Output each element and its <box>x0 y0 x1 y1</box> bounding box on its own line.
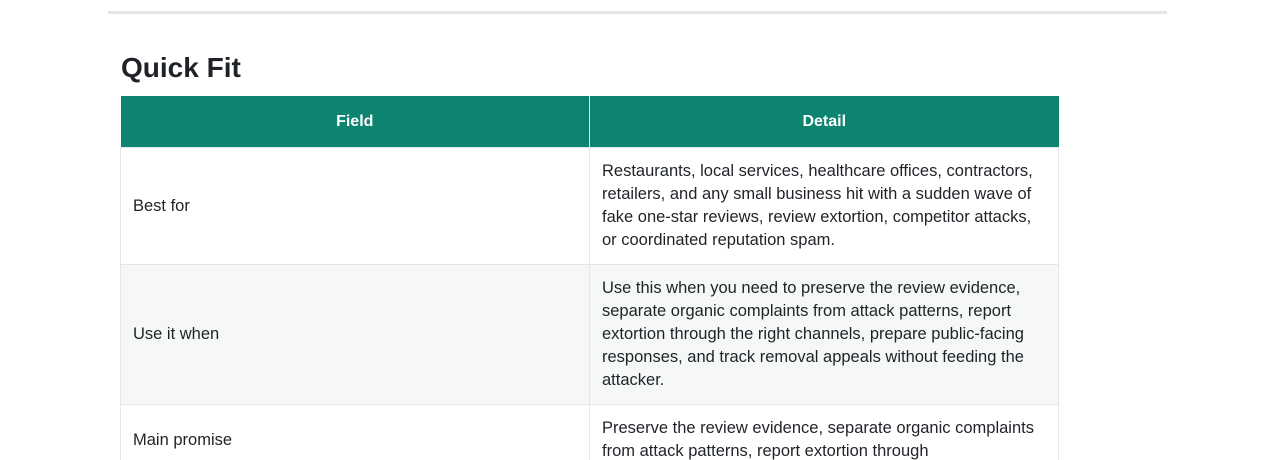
top-divider <box>108 11 1167 14</box>
table-row: Best for Restaurants, local services, he… <box>120 147 1059 265</box>
section-title: Quick Fit <box>121 52 241 83</box>
field-cell: Best for <box>120 147 590 265</box>
detail-cell: Use this when you need to preserve the r… <box>589 264 1059 405</box>
field-cell: Use it when <box>120 264 590 405</box>
detail-cell: Preserve the review evidence, separate o… <box>589 404 1059 460</box>
column-header-field: Field <box>120 96 590 148</box>
table-header-row: Field Detail <box>120 96 1059 148</box>
detail-cell: Restaurants, local services, healthcare … <box>589 147 1059 265</box>
table-row: Main promise Preserve the review evidenc… <box>120 404 1059 460</box>
quick-fit-table: Field Detail Best for Restaurants, local… <box>120 96 1059 460</box>
field-cell: Main promise <box>120 404 590 460</box>
column-header-detail: Detail <box>589 96 1059 148</box>
page: Quick Fit Field Detail Best for Restaura… <box>0 0 1275 460</box>
table-row: Use it when Use this when you need to pr… <box>120 264 1059 405</box>
